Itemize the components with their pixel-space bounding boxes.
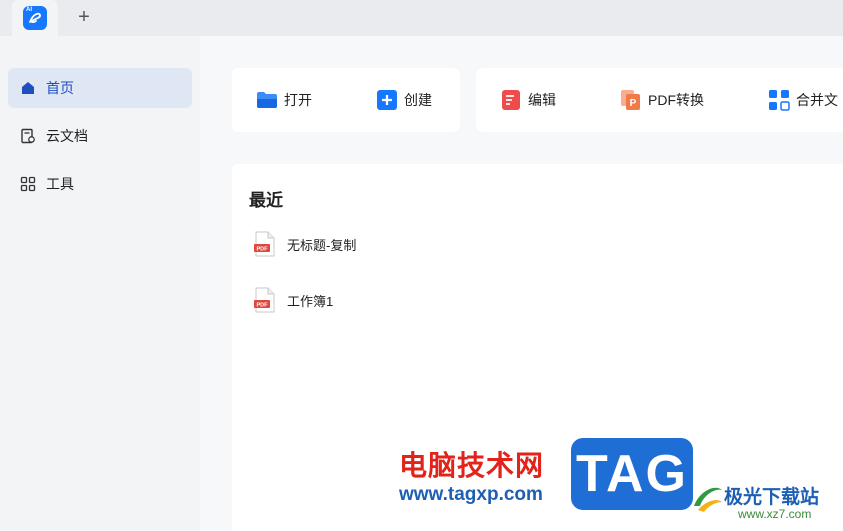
convert-label: PDF转换 (648, 92, 704, 108)
quick-actions-card: 打开 创建 (232, 68, 460, 132)
plus-square-icon (376, 89, 398, 111)
svg-text:PDF: PDF (257, 247, 269, 253)
open-button[interactable]: 打开 (256, 68, 312, 132)
svg-text:P: P (630, 98, 637, 109)
app-logo-icon: AI (23, 6, 47, 30)
new-tab-button[interactable]: + (74, 6, 94, 28)
watermark-site-title: 电脑技术网 (399, 450, 545, 481)
sidebar-item-label: 首页 (46, 80, 74, 96)
title-bar: AI + (0, 0, 843, 36)
tools-grid-icon (19, 175, 37, 193)
svg-text:PDF: PDF (257, 303, 269, 309)
watermark-tag-logo: TAG (571, 438, 693, 510)
pdf-convert-button[interactable]: P PDF转换 (620, 68, 704, 132)
cloud-doc-icon (19, 127, 37, 145)
pdf-file-icon: PDF (254, 231, 275, 257)
edit-doc-icon (500, 89, 522, 111)
watermark-site-name: 极光下载站 (724, 487, 820, 508)
folder-icon (256, 89, 278, 111)
recent-title: 最近 (249, 191, 283, 210)
create-button[interactable]: 创建 (376, 68, 432, 132)
edit-label: 编辑 (528, 92, 556, 108)
sidebar-item-label: 云文档 (46, 128, 88, 144)
file-name: 无标题-复制 (287, 237, 357, 253)
edit-button[interactable]: 编辑 (500, 68, 556, 132)
sidebar-item-cloud-docs[interactable]: 云文档 (8, 116, 192, 156)
tools-card: 编辑 P PDF转换 合并文 (476, 68, 843, 132)
watermark-swirl-icon (694, 487, 722, 512)
app-tab[interactable]: AI (12, 0, 58, 36)
recent-file-item[interactable]: PDF 工作簿1 (254, 286, 333, 314)
pdf-file-icon: PDF (254, 287, 275, 313)
open-label: 打开 (284, 92, 312, 108)
create-label: 创建 (404, 92, 432, 108)
watermark-url: www.tagxp.com (399, 484, 543, 505)
home-icon (19, 79, 37, 97)
recent-file-item[interactable]: PDF 无标题-复制 (254, 230, 356, 258)
sidebar-item-label: 工具 (46, 176, 74, 192)
sidebar: 首页 云文档 工具 (0, 36, 200, 531)
watermark-site-url: www.xz7.com (738, 507, 812, 521)
app-logo-text: AI (26, 7, 32, 13)
merge-label: 合并文 (796, 92, 838, 108)
sidebar-item-tools[interactable]: 工具 (8, 164, 192, 204)
file-name: 工作簿1 (287, 293, 334, 309)
merge-button[interactable]: 合并文 (768, 68, 838, 132)
sidebar-item-home[interactable]: 首页 (8, 68, 192, 108)
pdf-convert-icon: P (620, 89, 642, 111)
merge-files-icon (768, 89, 790, 111)
